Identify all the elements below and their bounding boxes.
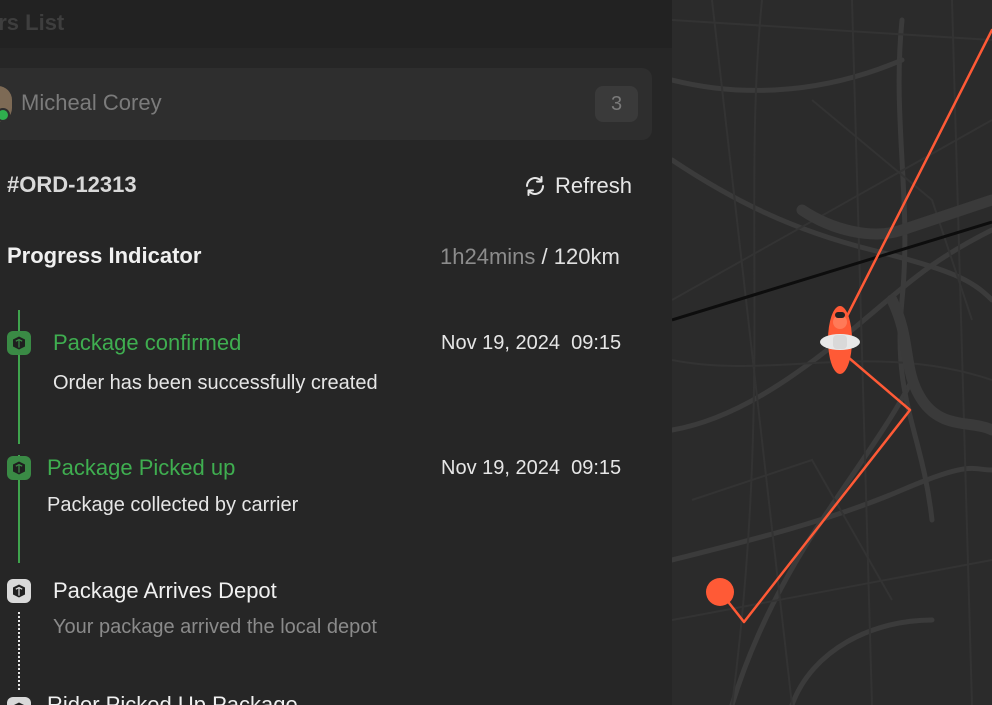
step-title: Package confirmed — [53, 330, 242, 355]
orders-panel: ers List Micheal Corey 3 #ORD-12313 Refr… — [0, 0, 672, 705]
step-description: Your package arrived the local depot — [53, 616, 377, 638]
destination-pin-icon[interactable] — [706, 578, 734, 606]
step-title: Rider Picked Up Package — [47, 692, 298, 705]
progress-time: 1h24mins — [440, 244, 536, 269]
progress-separator: / — [535, 244, 554, 269]
step-title: Package Picked up — [47, 455, 236, 480]
progress-distance: 120km — [553, 244, 620, 269]
page-title: ers List — [0, 10, 65, 35]
order-count-badge: 3 — [595, 86, 638, 122]
refresh-icon — [526, 176, 544, 196]
route-map[interactable] — [672, 0, 992, 705]
refresh-label: Refresh — [555, 173, 633, 198]
customer-name: Micheal Corey — [21, 90, 162, 115]
step-description: Package collected by carrier — [47, 494, 299, 516]
step-description: Order has been successfully created — [53, 372, 378, 394]
page-header: ers List — [0, 0, 672, 48]
progress-title: Progress Indicator — [7, 243, 202, 268]
step-date: Nov 19, 2024 09:15 — [441, 457, 622, 479]
package-icon — [7, 331, 31, 355]
package-icon — [7, 697, 31, 705]
order-id: #ORD-12313 — [7, 172, 137, 197]
timeline-connector-pending — [18, 612, 20, 690]
progress-stats: 1h24mins / 120km — [440, 244, 620, 270]
package-icon — [7, 456, 31, 480]
package-icon — [7, 579, 31, 603]
map-canvas — [672, 0, 992, 705]
step-date: Nov 19, 2024 09:15 — [441, 332, 622, 354]
step-title: Package Arrives Depot — [53, 578, 277, 603]
refresh-button[interactable]: Refresh — [523, 173, 632, 199]
